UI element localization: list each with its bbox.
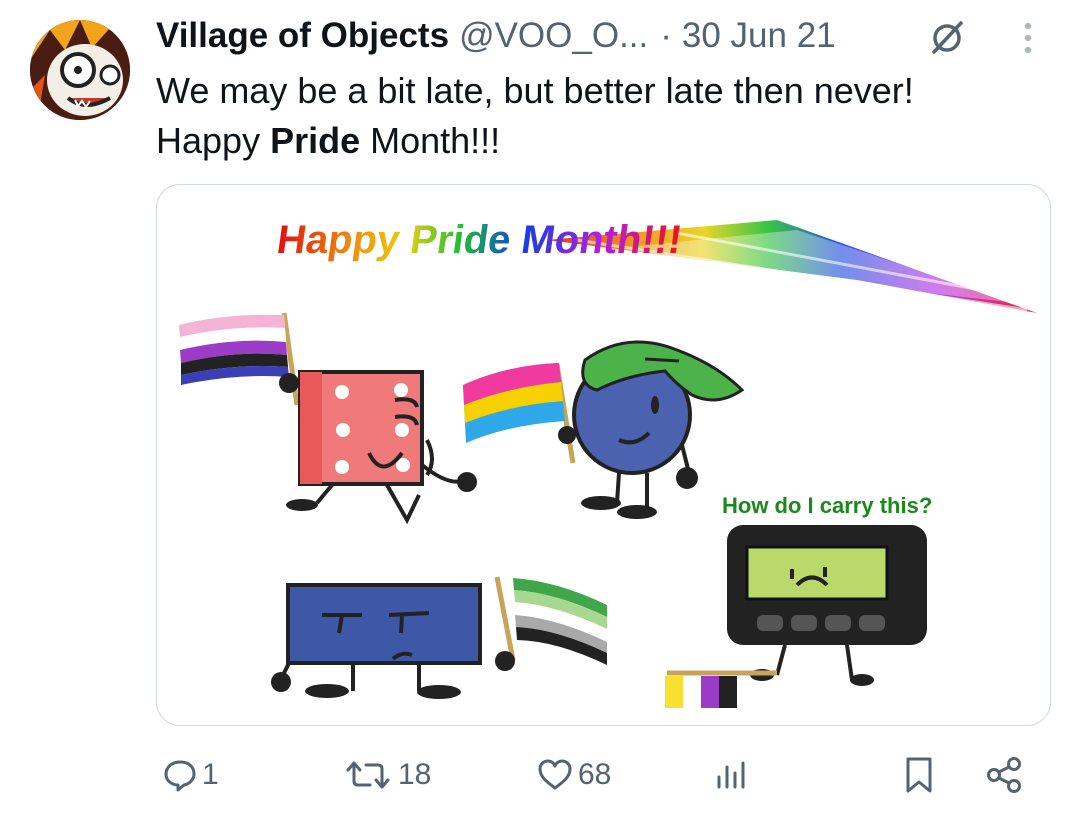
- reply-button[interactable]: 1: [162, 750, 219, 800]
- bar-chart-icon: [717, 761, 745, 789]
- repost-arrows-icon: [346, 761, 390, 789]
- die-character: [179, 312, 477, 525]
- tweet-text: We may be a bit late, but better late th…: [156, 66, 1056, 166]
- media-caption: How do I carry this?: [722, 493, 933, 518]
- author-name[interactable]: Village of Objects: [156, 16, 449, 56]
- circle-slash-icon: [928, 18, 966, 56]
- tweet-header: Village of Objects @VOO_O... · 30 Jun 21: [156, 14, 836, 58]
- share-nodes-icon: [987, 757, 1021, 793]
- text-suffix: Month!!!: [360, 120, 501, 161]
- reply-count: 1: [202, 758, 219, 791]
- tweet-text-line-1: We may be a bit late, but better late th…: [156, 70, 914, 111]
- speech-bubble-icon: [164, 760, 196, 792]
- tweet-actions: 1 18 68: [0, 750, 1080, 800]
- separator-dot: ·: [660, 16, 672, 55]
- tweet-date[interactable]: 30 Jun 21: [682, 16, 836, 56]
- banner-title: Happy Pride Month!!!: [274, 217, 685, 262]
- bookmark-icon: [906, 757, 932, 793]
- blueberry-character: [463, 340, 745, 519]
- bookmark-button[interactable]: [903, 750, 935, 800]
- like-button[interactable]: 68: [536, 750, 611, 800]
- views-button[interactable]: [714, 750, 750, 800]
- repost-count: 18: [398, 758, 432, 791]
- blue-block-character: [271, 576, 607, 699]
- pager-character: [665, 525, 927, 708]
- more-vertical-icon[interactable]: [1018, 18, 1038, 58]
- heart-icon: [538, 759, 572, 790]
- like-count: 68: [578, 758, 612, 791]
- author-avatar[interactable]: [30, 20, 130, 120]
- repost-button[interactable]: 18: [342, 750, 431, 800]
- hashtag-pride: Pride: [270, 120, 361, 161]
- text-prefix: Happy: [156, 120, 271, 161]
- share-button[interactable]: [984, 750, 1024, 800]
- tweet-text-line-2: Happy Pride Month!!!: [156, 116, 1056, 166]
- tweet-media[interactable]: Happy Pride Month!!! How do I carry this…: [156, 184, 1051, 726]
- author-handle[interactable]: @VOO_O...: [459, 16, 648, 56]
